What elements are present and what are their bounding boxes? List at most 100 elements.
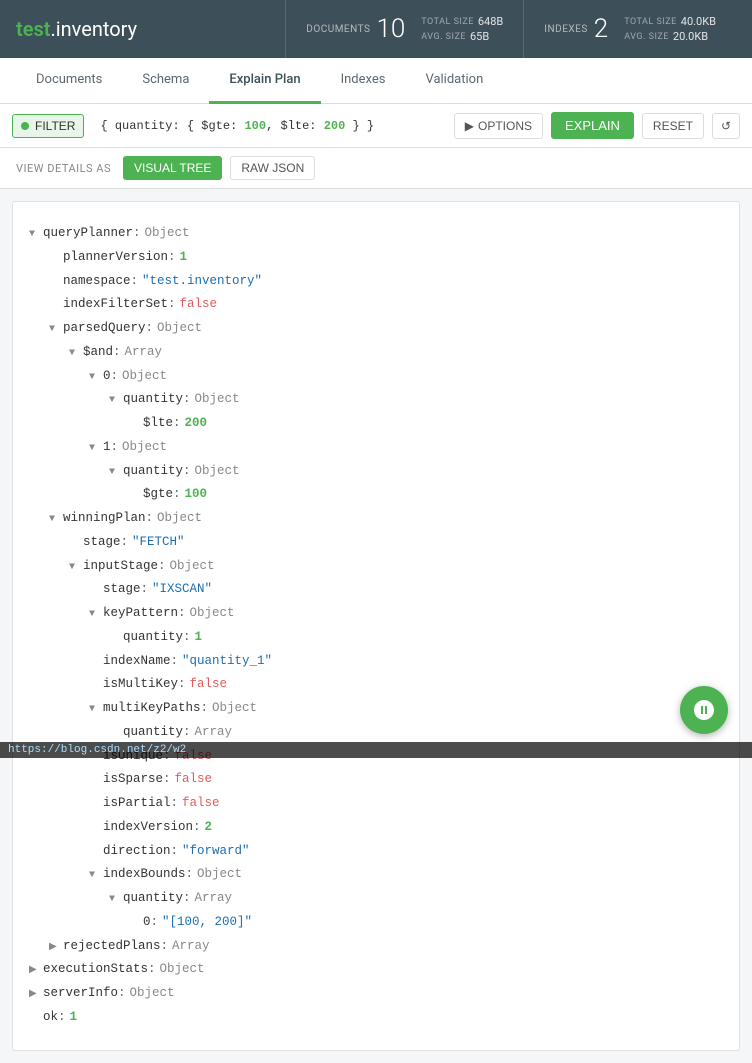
tree-line: multiKeyPaths:Object	[29, 697, 723, 721]
total-size-label: TOTAL SIZE	[421, 17, 474, 27]
query-toolbar: FILTER { quantity: { $gte: 100, $lte: 20…	[0, 104, 752, 148]
tree-toggle-arrow[interactable]	[29, 225, 43, 244]
tree-line: executionStats:Object	[29, 958, 723, 982]
tree-colon: :	[201, 697, 209, 721]
tree-line: indexBounds:Object	[29, 863, 723, 887]
explain-button[interactable]: EXPLAIN	[551, 112, 634, 139]
tree-line: indexFilterSet:false	[29, 293, 723, 317]
tree-line: plannerVersion:1	[29, 246, 723, 270]
tree-colon: :	[163, 768, 171, 792]
tab-schema[interactable]: Schema	[122, 58, 209, 104]
tree-toggle-arrow[interactable]	[29, 985, 43, 1004]
tree-type: Object	[190, 602, 235, 626]
tree-key: indexVersion	[103, 816, 193, 840]
tree-key: quantity	[123, 626, 183, 650]
collection-name[interactable]: test.inventory	[16, 17, 137, 41]
tree-toggle-arrow[interactable]	[69, 558, 83, 577]
tree-toggle-arrow	[89, 819, 103, 838]
tree-toggle-arrow	[129, 415, 143, 434]
chat-button[interactable]	[680, 686, 728, 734]
tree-toggle-arrow[interactable]	[29, 961, 43, 980]
tree-colon: :	[158, 555, 166, 579]
tree-toggle-arrow[interactable]	[69, 344, 83, 363]
idx-avg-size-item: AVG. SIZE 20.0KB	[624, 30, 716, 43]
options-button[interactable]: ▶ OPTIONS	[454, 113, 543, 139]
tree-value: false	[190, 673, 228, 697]
tree-colon: :	[121, 531, 129, 555]
query-separator: , $lte:	[266, 119, 324, 133]
tree-toggle-arrow[interactable]	[109, 463, 123, 482]
total-size-val: 648B	[478, 15, 503, 28]
tree-type: Object	[145, 222, 190, 246]
idx-total-size-val: 40.0KB	[681, 15, 716, 28]
tree-line: quantity:1	[29, 626, 723, 650]
tree-line: isPartial:false	[29, 792, 723, 816]
avg-size-val: 65B	[470, 30, 489, 43]
app-header: test.inventory DOCUMENTS 10 TOTAL SIZE 6…	[0, 0, 752, 58]
tree-value: 100	[185, 483, 208, 507]
tree-type: Object	[195, 460, 240, 484]
tree-toggle-arrow[interactable]	[109, 890, 123, 909]
tree-toggle-arrow[interactable]	[89, 439, 103, 458]
tree-value: 1	[180, 246, 188, 270]
tree-colon: :	[183, 626, 191, 650]
tree-value: 200	[185, 412, 208, 436]
tree-toggle-arrow	[89, 581, 103, 600]
tab-indexes[interactable]: Indexes	[321, 58, 406, 104]
tree-key: isMultiKey	[103, 673, 178, 697]
tree-toggle-arrow[interactable]	[89, 368, 103, 387]
tree-colon: :	[161, 935, 169, 959]
tree-line: stage:"FETCH"	[29, 531, 723, 555]
tree-type: Object	[212, 697, 257, 721]
indexes-count: 2	[594, 14, 608, 44]
tree-value: 1	[195, 626, 203, 650]
tree-type: Object	[170, 555, 215, 579]
tree-key: inputStage	[83, 555, 158, 579]
tree-type: Array	[195, 721, 233, 745]
tree-value: 1	[70, 1006, 78, 1030]
query-prefix: { quantity: { $gte:	[100, 119, 244, 133]
explain-tree: queryPlanner:Object plannerVersion:1 nam…	[12, 201, 740, 1051]
query-gte-val: 100	[244, 119, 266, 133]
tree-toggle-arrow[interactable]	[49, 320, 63, 339]
tree-line: parsedQuery:Object	[29, 317, 723, 341]
tree-line: quantity:Object	[29, 388, 723, 412]
filter-button[interactable]: FILTER	[12, 114, 84, 138]
history-button[interactable]: ↺	[712, 113, 740, 139]
idx-total-size-label: TOTAL SIZE	[624, 17, 677, 27]
tree-toggle-arrow[interactable]	[89, 605, 103, 624]
tree-line: stage:"IXSCAN"	[29, 578, 723, 602]
tab-validation[interactable]: Validation	[405, 58, 503, 104]
tree-colon: :	[183, 460, 191, 484]
indexes-stat: INDEXES 2 TOTAL SIZE 40.0KB AVG. SIZE 20…	[523, 0, 736, 58]
raw-json-button[interactable]: RAW JSON	[230, 156, 315, 180]
tree-colon: :	[151, 911, 159, 935]
tree-type: Object	[197, 863, 242, 887]
tree-toggle-arrow[interactable]	[109, 391, 123, 410]
tree-line: quantity:Array	[29, 721, 723, 745]
total-size-item: TOTAL SIZE 648B	[421, 15, 503, 28]
idx-avg-size-val: 20.0KB	[673, 30, 708, 43]
visual-tree-button[interactable]: VISUAL TREE	[123, 156, 222, 180]
reset-button[interactable]: RESET	[642, 113, 704, 139]
tree-toggle-arrow[interactable]	[49, 938, 63, 957]
tree-colon: :	[183, 388, 191, 412]
tree-type: Object	[160, 958, 205, 982]
tab-documents[interactable]: Documents	[16, 58, 122, 104]
tree-colon: :	[173, 483, 181, 507]
coll-name: .inventory	[50, 17, 137, 41]
idx-total-size-item: TOTAL SIZE 40.0KB	[624, 15, 716, 28]
tree-line: rejectedPlans:Array	[29, 935, 723, 959]
tree-toggle-arrow[interactable]	[89, 866, 103, 885]
tree-type: Array	[172, 935, 210, 959]
tree-line: ok:1	[29, 1006, 723, 1030]
tree-key: indexBounds	[103, 863, 186, 887]
tree-toggle-arrow[interactable]	[89, 700, 103, 719]
docs-label: DOCUMENTS	[306, 24, 370, 35]
tree-toggle-arrow[interactable]	[49, 510, 63, 529]
tree-line: $lte:200	[29, 412, 723, 436]
tree-colon: :	[131, 270, 139, 294]
tree-colon: :	[141, 578, 149, 602]
tab-explain-plan[interactable]: Explain Plan	[209, 58, 320, 104]
filter-query-display: { quantity: { $gte: 100, $lte: 200 } }	[92, 115, 445, 137]
